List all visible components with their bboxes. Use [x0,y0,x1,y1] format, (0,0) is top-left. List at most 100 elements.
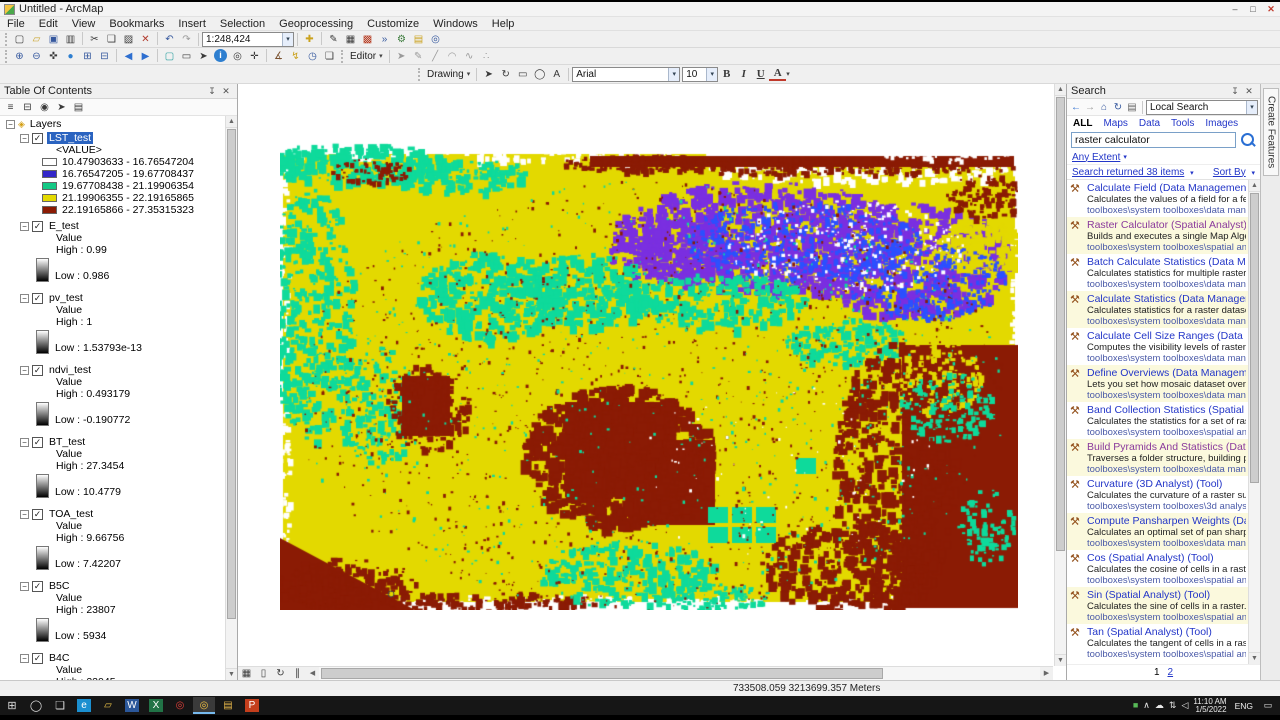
menu-customize[interactable]: Customize [360,18,426,30]
toc-options-icon[interactable]: ▤ [70,100,87,115]
layer-name[interactable]: BT_test [47,436,87,448]
page-2[interactable]: 2 [1168,667,1174,678]
hyperlink-icon[interactable]: ↯ [287,49,304,64]
result-path[interactable]: toolboxes\system toolboxes\spatial anal.… [1087,612,1246,622]
result-path[interactable]: toolboxes\system toolboxes\data manag... [1087,390,1246,400]
forward-extent-icon[interactable]: ▶ [137,49,154,64]
fixed-zoom-out-icon[interactable]: ⊟ [96,49,113,64]
search-icon[interactable] [1238,131,1256,149]
search-result-item[interactable]: ⚒ Build Pyramids And Statistics (Data M..… [1067,439,1249,476]
toolbar-grip[interactable] [341,49,344,63]
scrollbar-thumb[interactable] [1056,97,1065,551]
delete-icon[interactable]: ✕ [137,32,154,47]
search-result-item[interactable]: ⚒ Sin (Spatial Analyst) (Tool) Calculates … [1067,587,1249,624]
layer-name[interactable]: B5C [47,580,71,592]
edge-icon[interactable]: e [73,697,95,714]
layer-name[interactable]: LST_test [47,132,94,144]
redo-icon[interactable]: ↷ [178,32,195,47]
search-window-icon[interactable]: ◎ [427,32,444,47]
scroll-left-icon[interactable]: ◀ [306,667,319,680]
any-extent-link[interactable]: Any Extent [1072,152,1120,163]
arctoolbox-icon[interactable]: ▩ [359,32,376,47]
list-by-visibility-icon[interactable]: ◉ [36,100,53,115]
search-forward-icon[interactable]: → [1083,100,1097,115]
identify-icon[interactable]: i [214,48,227,62]
toolbar-grip[interactable] [5,32,8,46]
network-icon[interactable]: ⇅ [1169,700,1177,711]
search-result-item[interactable]: ⚒ Cos (Spatial Analyst) (Tool) Calculates … [1067,550,1249,587]
layer-name[interactable]: pv_test [47,292,85,304]
returned-items-link[interactable]: Search returned 38 items [1072,167,1184,178]
search-index-icon[interactable]: ▤ [1125,100,1139,115]
chevron-down-icon[interactable]: ▾ [1246,100,1257,114]
menu-windows[interactable]: Windows [426,18,485,30]
result-title[interactable]: Compute Pansharpen Weights (Data... [1087,515,1246,527]
result-title[interactable]: Build Pyramids And Statistics (Data M... [1087,441,1246,453]
search-home-icon[interactable]: ⌂ [1097,100,1111,115]
search-input[interactable] [1071,132,1236,148]
result-path[interactable]: toolboxes\system toolboxes\data manag... [1087,279,1246,289]
layer-name[interactable]: E_test [47,220,81,232]
font-color-button[interactable]: A [769,67,787,81]
scrollbar-thumb[interactable] [1250,193,1259,484]
search-result-item[interactable]: ⚒ Calculate Cell Size Ranges (Data Ma...C… [1067,328,1249,365]
open-icon[interactable]: ▱ [28,32,45,47]
result-title[interactable]: Sin (Spatial Analyst) (Tool) [1087,589,1246,601]
minimize-button[interactable]: – [1226,2,1244,16]
chevron-down-icon[interactable]: ▾ [1190,170,1194,177]
result-path[interactable]: toolboxes\system toolboxes\data manag... [1087,353,1246,363]
layer-checkbox[interactable]: ✓ [32,652,43,664]
result-path[interactable]: toolboxes\system toolboxes\data manag... [1087,205,1246,215]
task-view-icon[interactable]: ❏ [49,697,71,714]
data-view-button[interactable]: ▦ [238,666,255,680]
pin-icon[interactable]: ↧ [205,86,219,97]
search-scope-combo[interactable]: Local Search ▾ [1146,99,1258,115]
scroll-down-icon[interactable]: ▼ [1249,652,1260,664]
close-icon[interactable]: ✕ [1242,86,1256,97]
chevron-down-icon[interactable]: ▾ [786,70,790,78]
layer-checkbox[interactable]: ✓ [32,132,43,144]
close-icon[interactable]: ✕ [219,86,233,97]
search-result-item[interactable]: ⚒ Band Collection Statistics (Spatial An.… [1067,402,1249,439]
layer-name[interactable]: TOA_test [47,508,95,520]
print-icon[interactable]: ▥ [62,32,79,47]
scroll-right-icon[interactable]: ▶ [1040,667,1053,680]
menu-selection[interactable]: Selection [213,18,272,30]
search-result-item[interactable]: ⚒ Batch Calculate Statistics (Data Man...… [1067,254,1249,291]
arcmap-icon[interactable]: ◎ [193,697,215,714]
result-path[interactable]: toolboxes\system toolboxes\spatial anal.… [1087,575,1246,585]
new-map-icon[interactable]: ▢ [11,32,28,47]
menu-bookmarks[interactable]: Bookmarks [102,18,171,30]
map-view[interactable]: ▲ ▼ ▦ ▯ ↻ ∥ ◀ ▶ [238,84,1066,680]
trace-icon[interactable]: ∿ [461,49,478,64]
expander-icon[interactable]: − [6,119,15,129]
paste-icon[interactable]: ▨ [120,32,137,47]
text-tool-icon[interactable]: A [548,67,565,82]
font-u-button[interactable]: U [752,67,769,82]
map-raster[interactable] [280,140,1018,610]
python-window-icon[interactable]: » [376,32,393,47]
catalog-window-icon[interactable]: ▤ [410,32,427,47]
time-slider-icon[interactable]: ◷ [304,49,321,64]
volume-icon[interactable]: ◁ [1181,700,1188,711]
scroll-up-icon[interactable]: ▲ [1249,180,1260,192]
taskbar-clock[interactable]: 11:10 AM 1/5/2022 [1193,697,1226,714]
language-indicator[interactable]: ENG [1232,701,1256,711]
menu-geoprocessing[interactable]: Geoprocessing [272,18,360,30]
close-button[interactable]: ✕ [1262,2,1280,16]
search-refresh-icon[interactable]: ↻ [1111,100,1125,115]
search-result-item[interactable]: ⚒ Compute Pansharpen Weights (Data...Calc… [1067,513,1249,550]
result-title[interactable]: Tan (Spatial Analyst) (Tool) [1087,626,1246,638]
layer-checkbox[interactable]: ✓ [32,508,43,520]
search-back-icon[interactable]: ← [1069,100,1083,115]
rectangle-tool-icon[interactable]: ▭ [514,67,531,82]
fixed-zoom-in-icon[interactable]: ⊞ [79,49,96,64]
search-scrollbar[interactable]: ▲ ▼ [1248,180,1260,664]
tab-create-features[interactable]: Create Features [1262,88,1279,177]
cut-icon[interactable]: ✂ [86,32,103,47]
scrollbar-thumb[interactable] [227,129,236,619]
arc-segment-icon[interactable]: ◠ [444,49,461,64]
refresh-view-button[interactable]: ↻ [272,666,289,680]
menu-view[interactable]: View [65,18,103,30]
search-result-item[interactable]: ⚒ Calculate Statistics (Data Manageme...C… [1067,291,1249,328]
